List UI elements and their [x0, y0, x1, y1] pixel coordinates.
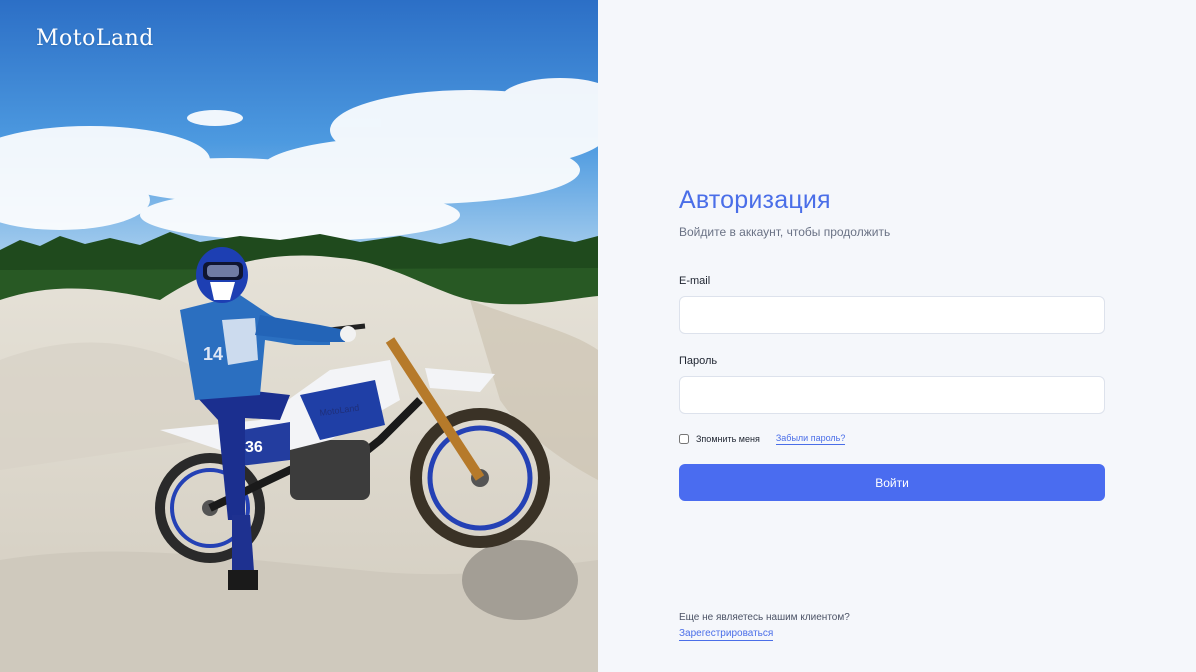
login-button[interactable]: Войти — [679, 464, 1105, 501]
remember-checkbox[interactable] — [679, 434, 689, 444]
login-form: Авторизация Войдите в аккаунт, чтобы про… — [679, 186, 1105, 501]
password-label: Пароль — [679, 355, 718, 367]
hero-scene: MotoLand 36 14 — [0, 0, 598, 672]
brand-logo[interactable]: MotoLand — [36, 26, 154, 51]
page-title: Авторизация — [679, 186, 831, 214]
login-panel: Авторизация Войдите в аккаунт, чтобы про… — [598, 0, 1196, 672]
email-label: E-mail — [679, 275, 711, 287]
jersey-number-text: 14 — [203, 344, 223, 364]
login-page: MotoLand 36 14 MotoLand Авторизация Войд… — [0, 0, 1196, 672]
remember-row: Зпомнить меня Забыли пароль? — [679, 432, 1105, 446]
signup-prompt: Еще не являетесь нашим клиентом? — [679, 612, 850, 623]
forgot-password-link[interactable]: Забыли пароль? — [775, 433, 846, 445]
register-link[interactable]: Зарегестрироваться — [679, 628, 774, 641]
remember-label[interactable]: Зпомнить меня — [696, 434, 760, 444]
bike-number-text: 36 — [245, 439, 263, 456]
hero-image: MotoLand 36 14 MotoLand — [0, 0, 598, 672]
signup-block: Еще не являетесь нашим клиентом? Зарегес… — [679, 612, 850, 641]
page-subtitle: Войдите в аккаунт, чтобы продолжить — [679, 225, 891, 239]
email-field[interactable] — [679, 296, 1105, 334]
password-field[interactable] — [679, 376, 1105, 414]
